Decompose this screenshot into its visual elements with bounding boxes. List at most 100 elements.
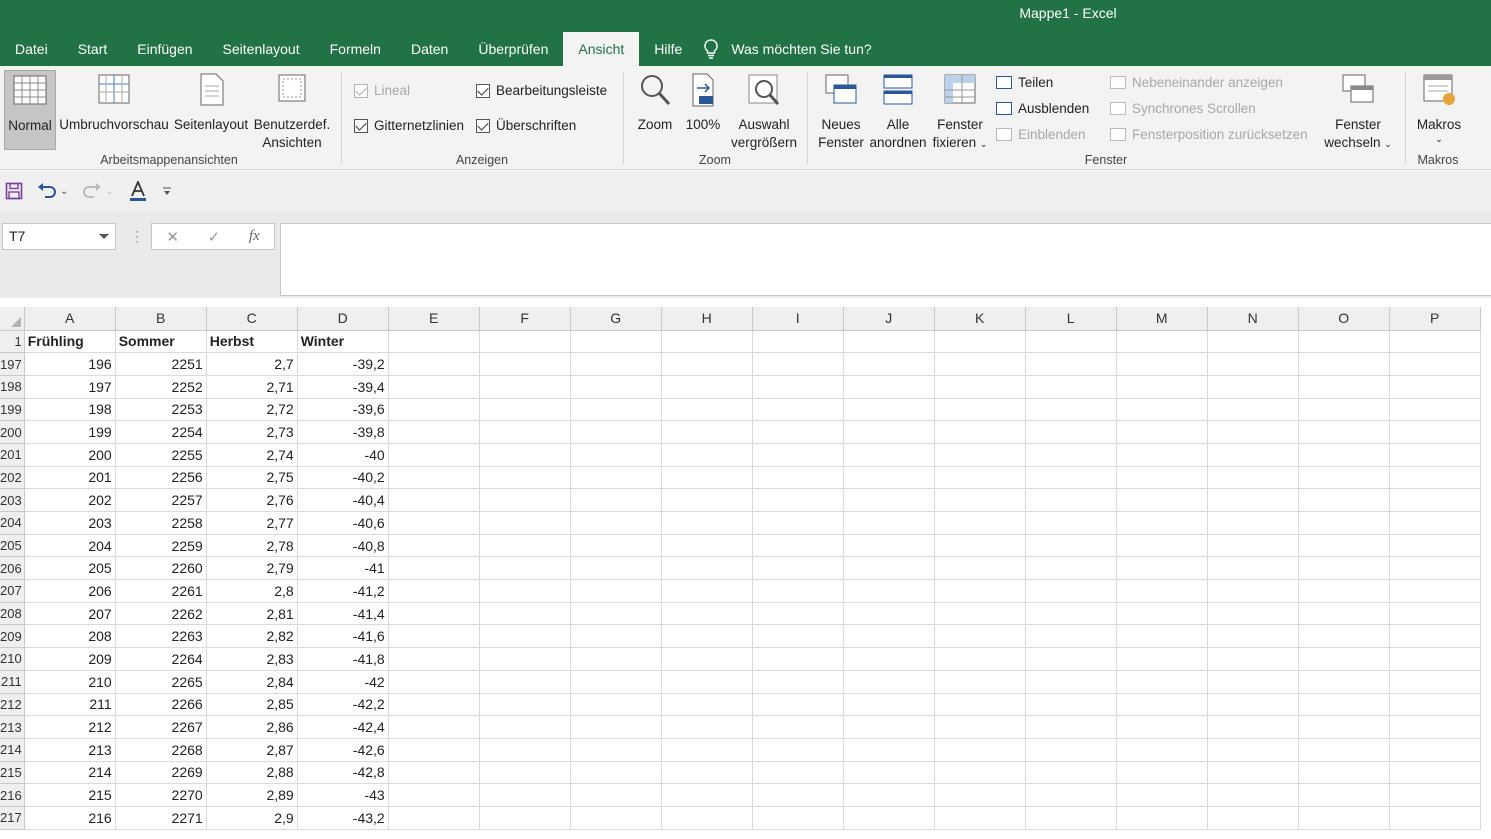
cell[interactable] [388,556,480,581]
cell[interactable] [1207,693,1299,717]
cell[interactable]: -42 [297,670,389,694]
cell[interactable] [843,806,935,830]
cell[interactable] [1116,624,1208,649]
cell[interactable]: 2,88 [206,761,298,785]
cell[interactable] [1116,647,1208,671]
cell[interactable]: -41,8 [297,647,389,671]
cell[interactable] [661,738,753,762]
cell[interactable] [661,556,753,581]
cell[interactable] [1207,420,1299,444]
cell[interactable] [1389,624,1481,649]
cell[interactable] [1298,556,1390,581]
cell[interactable] [752,624,844,649]
cell[interactable] [1025,761,1117,785]
cell[interactable]: 197 [24,375,116,399]
page-break-preview-button[interactable]: Umbruchvorschau [58,70,170,134]
cell[interactable] [1298,375,1390,399]
cell[interactable] [934,715,1026,739]
cell[interactable] [1298,579,1390,603]
cell[interactable] [570,420,662,444]
cell[interactable] [1116,443,1208,467]
column-header[interactable]: I [752,307,844,331]
cell[interactable]: 199 [24,420,116,444]
cell[interactable] [1298,670,1390,694]
cell[interactable]: 2,89 [206,783,298,807]
cell[interactable] [934,647,1026,671]
cell[interactable] [388,398,480,422]
cell[interactable] [1389,693,1481,717]
cell[interactable] [1298,511,1390,535]
cell[interactable]: 2,77 [206,511,298,535]
cell[interactable] [388,670,480,694]
cell[interactable]: Frühling [24,330,116,354]
cell[interactable] [1207,715,1299,739]
column-header[interactable]: B [115,307,207,331]
cell[interactable] [661,783,753,807]
row-header[interactable]: 203 [0,488,25,512]
cell[interactable] [1025,511,1117,535]
cell[interactable] [1207,466,1299,490]
cell[interactable] [1025,443,1117,467]
cell[interactable] [479,511,571,535]
cell[interactable]: 2261 [115,579,207,603]
cell[interactable]: 2,71 [206,375,298,399]
cell[interactable] [1116,783,1208,807]
cell[interactable] [661,761,753,785]
cell[interactable] [1207,602,1299,626]
row-header[interactable]: 212 [0,693,25,717]
cell[interactable] [661,466,753,490]
cell[interactable]: -40,2 [297,466,389,490]
cell[interactable] [752,352,844,376]
column-header[interactable]: G [570,307,662,331]
cell[interactable] [843,647,935,671]
cell[interactable] [479,761,571,785]
normal-view-button[interactable]: Normal [4,70,56,150]
row-header[interactable]: 201 [0,443,25,467]
column-header[interactable]: E [388,307,480,331]
cell[interactable] [1116,375,1208,399]
cell[interactable]: 205 [24,556,116,581]
cell[interactable]: 196 [24,352,116,376]
cell[interactable] [388,466,480,490]
cell[interactable] [752,783,844,807]
cell[interactable] [1207,511,1299,535]
tab-ueberpruefen[interactable]: Überprüfen [463,32,563,66]
cell[interactable] [752,670,844,694]
cell[interactable] [570,738,662,762]
cell[interactable] [388,806,480,830]
cell[interactable] [661,511,753,535]
cell[interactable] [1207,330,1299,354]
cell[interactable] [1025,556,1117,581]
column-header[interactable]: O [1298,307,1390,331]
cell[interactable] [1389,398,1481,422]
cell[interactable]: 2257 [115,488,207,512]
zoom-100-button[interactable]: 100% [682,70,724,134]
cell[interactable] [570,488,662,512]
cell[interactable] [1389,783,1481,807]
cell[interactable]: 2,73 [206,420,298,444]
row-header[interactable]: 206 [0,556,25,581]
cell[interactable]: 198 [24,398,116,422]
cell[interactable] [752,375,844,399]
cell[interactable] [570,670,662,694]
cell[interactable]: 212 [24,715,116,739]
cell[interactable]: 203 [24,511,116,535]
column-header[interactable]: P [1389,307,1481,331]
font-color-button[interactable] [128,181,148,201]
row-header[interactable]: 207 [0,579,25,603]
cell[interactable] [388,761,480,785]
cell[interactable] [661,420,753,444]
cell[interactable] [570,579,662,603]
cell[interactable] [934,488,1026,512]
formula-bar-checkbox[interactable]: Bearbeitungsleiste [476,83,607,98]
cell[interactable] [934,398,1026,422]
cell[interactable] [479,783,571,807]
cell[interactable] [1116,466,1208,490]
cell[interactable] [843,693,935,717]
cell[interactable]: -43,2 [297,806,389,830]
cell[interactable] [1207,806,1299,830]
cell[interactable]: 2,76 [206,488,298,512]
cell[interactable]: 2256 [115,466,207,490]
cell[interactable]: 2264 [115,647,207,671]
cell[interactable] [661,352,753,376]
